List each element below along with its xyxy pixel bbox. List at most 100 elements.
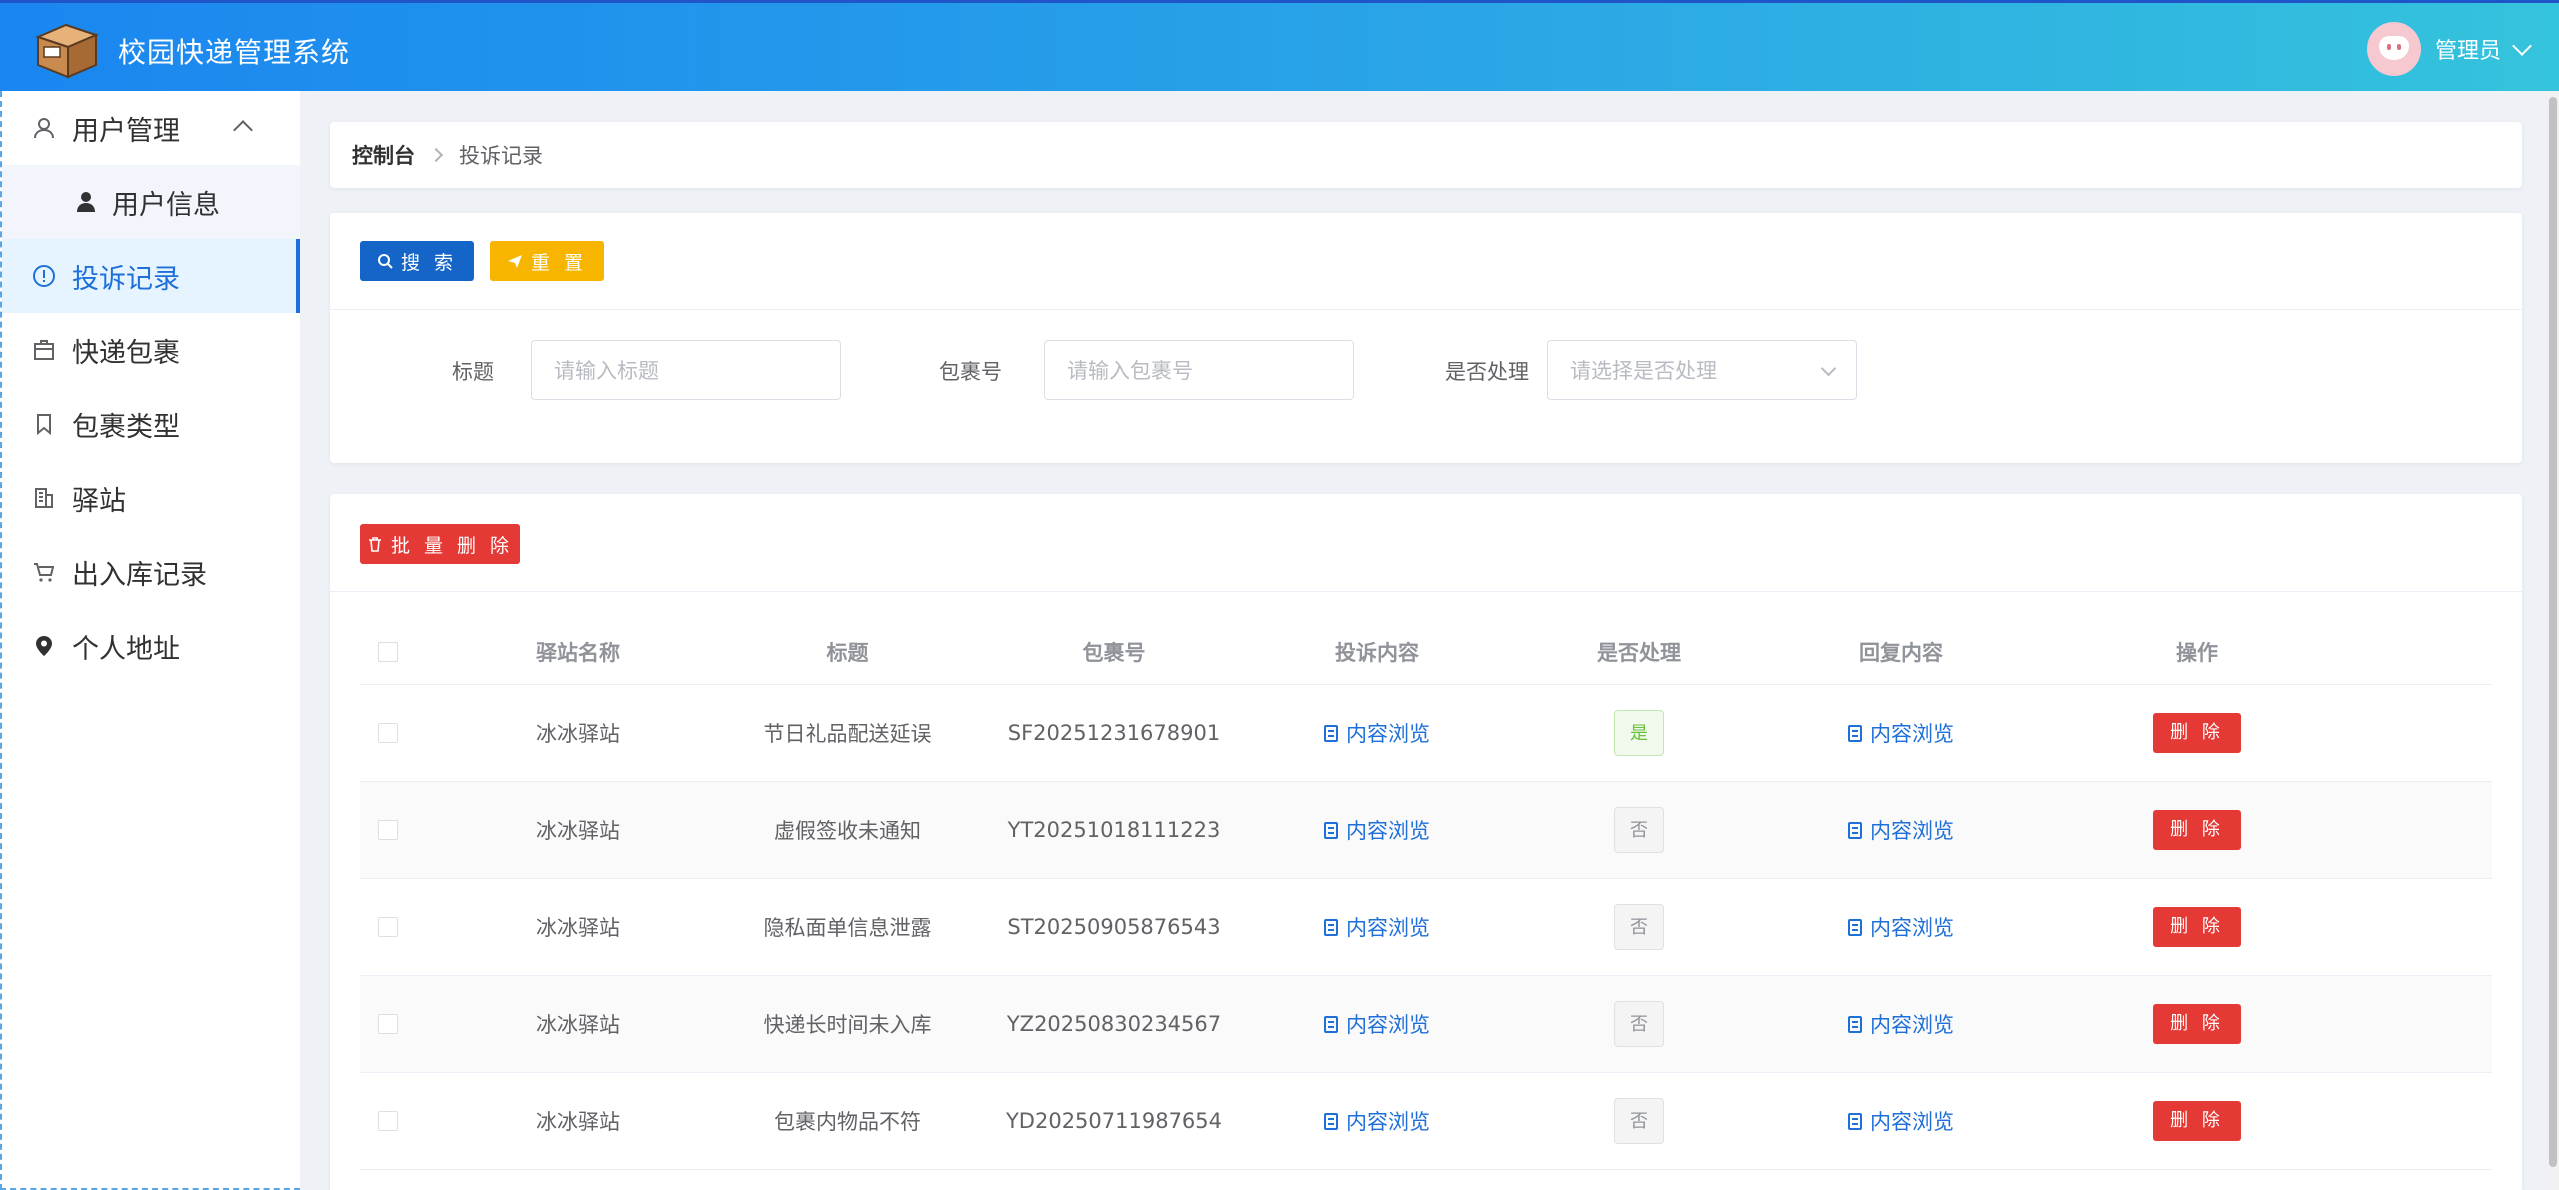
- select-all-checkbox[interactable]: [378, 641, 398, 662]
- sidebar-item-package-types[interactable]: 包裹类型: [2, 387, 300, 461]
- user-name[interactable]: 管理员: [2435, 33, 2501, 65]
- col-complaint-content: 投诉内容: [1335, 640, 1419, 665]
- sidebar-item-addresses[interactable]: 个人地址: [2, 609, 300, 683]
- delete-button[interactable]: 删 除: [2153, 1101, 2241, 1141]
- search-button[interactable]: 搜 索: [360, 241, 474, 281]
- page-scrollbar[interactable]: [2547, 91, 2559, 1190]
- search-panel: 搜 索 重 置 标题 请输入标题 包裹号 请输入包裹号 是否处理 请选择是否处理: [330, 213, 2522, 463]
- document-icon: [1848, 724, 1862, 742]
- avatar[interactable]: [2366, 22, 2421, 76]
- sidebar-item-user-management[interactable]: 用户管理: [2, 91, 300, 165]
- sidebar-item-stations[interactable]: 驿站: [2, 461, 300, 535]
- sidebar-item-label: 快递包裹: [72, 337, 180, 369]
- table-row: 冰冰驿站 快递长时间未入库 YZ20250830234567 内容浏览 否 内容浏览 删 除: [360, 976, 2492, 1073]
- location-pin-icon: [36, 636, 52, 656]
- handled-select[interactable]: 请选择是否处理: [1547, 340, 1857, 400]
- col-actions: 操作: [2176, 640, 2218, 665]
- app-title: 校园快递管理系统: [118, 36, 351, 69]
- row-checkbox[interactable]: [378, 723, 398, 743]
- view-complaint-link[interactable]: 内容浏览: [1246, 718, 1508, 748]
- cell-actions: 删 除: [2033, 1101, 2361, 1141]
- view-label: 内容浏览: [1870, 722, 1954, 746]
- cell-title: 快递长时间未入库: [763, 1013, 932, 1037]
- table-panel: 批 量 删 除 驿站名称 标题 包裹号 投诉内容 是否处理 回复内容 操作 冰冰…: [330, 494, 2522, 1190]
- chevron-down-icon[interactable]: [2512, 36, 2532, 56]
- title-input[interactable]: 请输入标题: [531, 340, 841, 400]
- sidebar-item-inout-records[interactable]: 出入库记录: [2, 535, 300, 609]
- scrollbar-thumb[interactable]: [2549, 97, 2557, 1167]
- row-checkbox[interactable]: [378, 1111, 398, 1131]
- handled-tag: 是: [1614, 710, 1664, 756]
- info-circle-icon: [33, 265, 55, 287]
- view-complaint-link[interactable]: 内容浏览: [1246, 912, 1508, 942]
- view-complaint-link[interactable]: 内容浏览: [1246, 1009, 1508, 1039]
- document-icon: [1848, 1112, 1862, 1130]
- cell-actions: 删 除: [2033, 1004, 2361, 1044]
- cell-handled: 否: [1508, 1098, 1770, 1144]
- batch-delete-button[interactable]: 批 量 删 除: [360, 524, 520, 564]
- cell-package-no: SF20251231678901: [1007, 721, 1221, 745]
- package-box-logo: [35, 23, 99, 79]
- table-row: 冰冰驿站 包裹内物品不符 YD20250711987654 内容浏览 否 内容浏览 删 除: [360, 1073, 2492, 1170]
- sidebar-item-label: 个人地址: [72, 633, 180, 665]
- cell-title: 包裹内物品不符: [774, 1110, 921, 1134]
- view-reply-link[interactable]: 内容浏览: [1770, 912, 2032, 942]
- sidebar-item-label: 投诉记录: [72, 263, 180, 295]
- cell-station: 冰冰驿站: [536, 1013, 620, 1037]
- document-icon: [1324, 1112, 1338, 1130]
- view-complaint-link[interactable]: 内容浏览: [1246, 815, 1508, 845]
- delete-button[interactable]: 删 除: [2153, 713, 2241, 753]
- view-label: 内容浏览: [1870, 1110, 1954, 1134]
- search-icon: [377, 254, 393, 269]
- cell-actions: 删 除: [2033, 810, 2361, 850]
- chevron-down-icon: [1820, 360, 1837, 377]
- chevron-up-icon[interactable]: [233, 120, 253, 140]
- view-complaint-link[interactable]: 内容浏览: [1246, 1106, 1508, 1136]
- handled-tag: 否: [1614, 807, 1664, 853]
- row-checkbox[interactable]: [378, 917, 398, 937]
- col-station: 驿站名称: [536, 640, 620, 665]
- cell-station: 冰冰驿站: [536, 722, 620, 746]
- chevron-right-icon: [428, 147, 444, 163]
- view-reply-link[interactable]: 内容浏览: [1770, 815, 2032, 845]
- view-reply-link[interactable]: 内容浏览: [1770, 1106, 2032, 1136]
- package-input[interactable]: 请输入包裹号: [1044, 340, 1354, 400]
- table-row: 冰冰驿站 隐私面单信息泄露 ST20250905876543 内容浏览 否 内容浏览 删 除: [360, 879, 2492, 976]
- reset-button-label: 重 置: [530, 251, 588, 274]
- delete-button[interactable]: 删 除: [2153, 907, 2241, 947]
- sidebar-item-packages[interactable]: 快递包裹: [2, 313, 300, 387]
- sidebar-item-user-info[interactable]: 用户信息: [2, 165, 300, 239]
- sidebar-item-label: 出入库记录: [72, 559, 207, 591]
- handled-label: 是否处理: [1445, 360, 1529, 384]
- trash-icon: [368, 537, 381, 552]
- user-outline-icon: [34, 118, 54, 139]
- cell-handled: 否: [1508, 807, 1770, 853]
- title-placeholder: 请输入标题: [554, 359, 659, 383]
- breadcrumb-home[interactable]: 控制台: [352, 140, 415, 170]
- view-label: 内容浏览: [1346, 819, 1430, 843]
- batch-delete-label: 批 量 删 除: [390, 534, 514, 557]
- row-checkbox[interactable]: [378, 1014, 398, 1034]
- sidebar-item-complaints[interactable]: 投诉记录: [2, 239, 300, 313]
- view-reply-link[interactable]: 内容浏览: [1770, 718, 2032, 748]
- send-icon: [507, 255, 522, 268]
- package-icon: [34, 340, 54, 360]
- delete-button[interactable]: 删 除: [2153, 1004, 2241, 1044]
- reset-button[interactable]: 重 置: [490, 241, 604, 281]
- cell-package-no: YZ20250830234567: [1006, 1012, 1222, 1036]
- cell-handled: 是: [1508, 710, 1770, 756]
- handled-tag: 否: [1614, 904, 1664, 950]
- shopping-cart-icon: [34, 563, 55, 582]
- package-placeholder: 请输入包裹号: [1067, 359, 1193, 383]
- cell-package-no: YD20250711987654: [1005, 1109, 1223, 1133]
- row-checkbox[interactable]: [378, 820, 398, 840]
- sidebar-item-label: 包裹类型: [72, 411, 180, 443]
- view-label: 内容浏览: [1346, 1013, 1430, 1037]
- delete-button[interactable]: 删 除: [2153, 810, 2241, 850]
- user-menu[interactable]: 管理员: [2366, 21, 2532, 77]
- cell-handled: 否: [1508, 904, 1770, 950]
- bookmark-icon: [37, 414, 51, 436]
- document-icon: [1324, 821, 1338, 839]
- view-label: 内容浏览: [1346, 722, 1430, 746]
- view-reply-link[interactable]: 内容浏览: [1770, 1009, 2032, 1039]
